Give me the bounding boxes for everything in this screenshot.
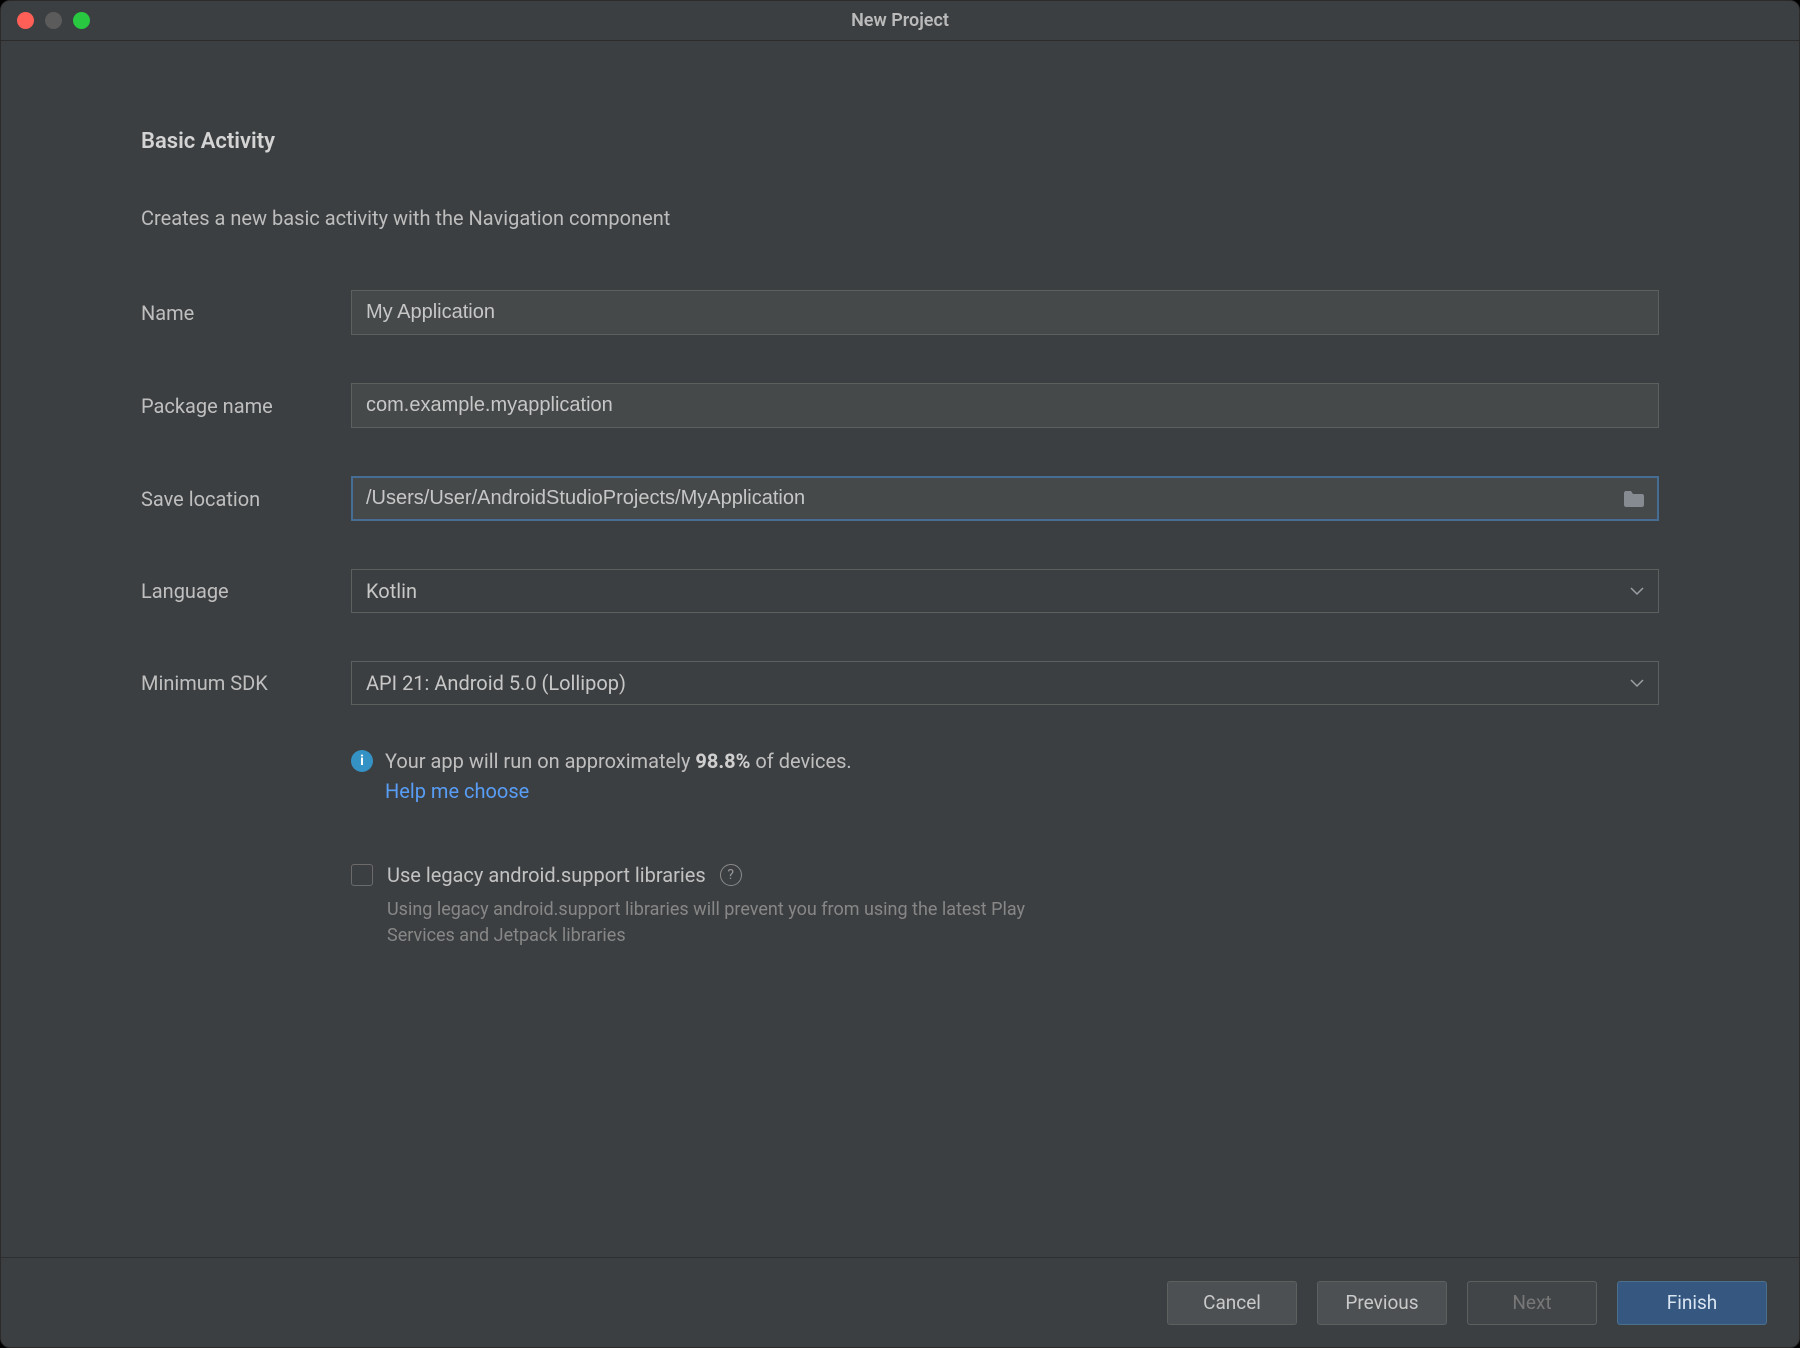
maximize-window-button[interactable]	[73, 12, 90, 29]
sdk-info-row: i Your app will run on approximately 98.…	[351, 749, 1659, 773]
language-value: Kotlin	[366, 579, 417, 603]
chevron-down-icon	[1630, 678, 1644, 688]
browse-folder-icon[interactable]	[1623, 490, 1645, 508]
close-window-button[interactable]	[17, 12, 34, 29]
sdk-info-post: of devices.	[750, 749, 851, 773]
sdk-info-text: Your app will run on approximately 98.8%…	[385, 749, 852, 773]
form: Name Package name Save location Language…	[141, 290, 1659, 949]
new-project-window: New Project Basic Activity Creates a new…	[0, 0, 1800, 1348]
language-label: Language	[141, 579, 351, 603]
name-input-wrap	[351, 290, 1659, 335]
footer: Cancel Previous Next Finish	[1, 1257, 1799, 1347]
previous-button[interactable]: Previous	[1317, 1281, 1447, 1325]
min-sdk-select[interactable]: API 21: Android 5.0 (Lollipop)	[351, 661, 1659, 705]
min-sdk-label: Minimum SDK	[141, 671, 351, 695]
package-input-wrap	[351, 383, 1659, 428]
sdk-info-percent: 98.8%	[695, 749, 750, 773]
legacy-row: Use legacy android.support libraries ?	[351, 863, 1659, 887]
package-input[interactable]	[351, 383, 1659, 428]
legacy-checkbox[interactable]	[351, 864, 373, 886]
next-button: Next	[1467, 1281, 1597, 1325]
window-title: New Project	[1, 10, 1799, 31]
language-select[interactable]: Kotlin	[351, 569, 1659, 613]
help-me-choose-link[interactable]: Help me choose	[385, 779, 1659, 803]
location-label: Save location	[141, 487, 351, 511]
finish-button[interactable]: Finish	[1617, 1281, 1767, 1325]
page-subheading: Creates a new basic activity with the Na…	[141, 206, 1659, 230]
name-label: Name	[141, 301, 351, 325]
titlebar: New Project	[1, 1, 1799, 41]
legacy-note: Using legacy android.support libraries w…	[387, 897, 1087, 949]
legacy-label: Use legacy android.support libraries	[387, 863, 706, 887]
package-label: Package name	[141, 394, 351, 418]
sdk-info-pre: Your app will run on approximately	[385, 749, 695, 773]
min-sdk-value: API 21: Android 5.0 (Lollipop)	[366, 671, 626, 695]
help-icon[interactable]: ?	[720, 864, 742, 886]
legacy-block: Use legacy android.support libraries ? U…	[351, 863, 1659, 949]
sdk-info-block: i Your app will run on approximately 98.…	[351, 749, 1659, 803]
location-input-wrap	[351, 476, 1659, 521]
location-input[interactable]	[351, 476, 1659, 521]
page-heading: Basic Activity	[141, 129, 1659, 154]
window-controls	[17, 12, 90, 29]
name-input[interactable]	[351, 290, 1659, 335]
info-icon: i	[351, 750, 373, 772]
chevron-down-icon	[1630, 586, 1644, 596]
minimize-window-button[interactable]	[45, 12, 62, 29]
content-area: Basic Activity Creates a new basic activ…	[1, 41, 1799, 1257]
cancel-button[interactable]: Cancel	[1167, 1281, 1297, 1325]
